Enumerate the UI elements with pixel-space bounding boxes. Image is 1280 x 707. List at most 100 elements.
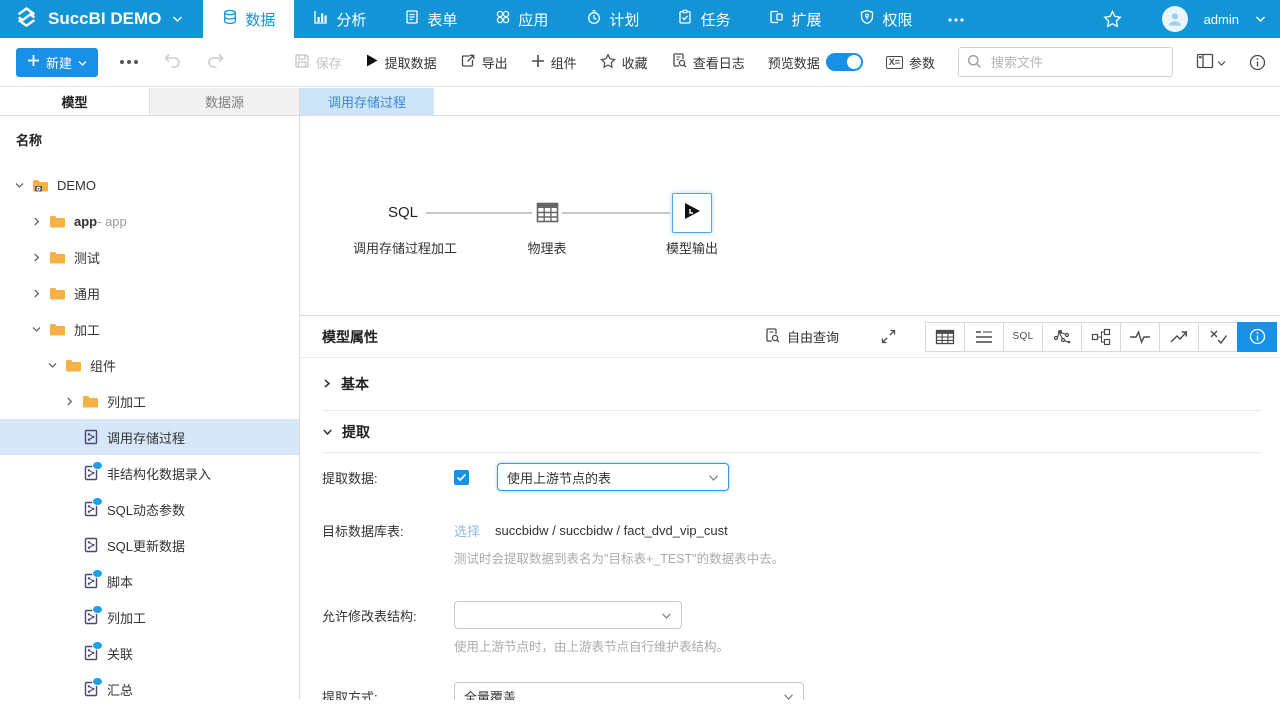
form-icon [404,9,420,29]
chevron-right-icon[interactable] [62,396,77,407]
user-name[interactable]: admin [1204,12,1239,27]
table-view-button[interactable] [925,322,965,352]
expand-panel-icon[interactable] [881,329,896,344]
preview-data-toggle[interactable] [826,53,863,71]
save-button[interactable]: 保存 [294,53,342,72]
tree-item-processing[interactable]: 加工 [0,311,299,347]
redo-icon[interactable] [206,51,226,73]
view-log-button[interactable]: 查看日志 [671,52,745,72]
document-tab-active[interactable]: 调用存储过程 [300,88,434,115]
chevron-down-icon[interactable] [45,360,60,371]
validation-view-button[interactable] [1198,322,1238,352]
tree-item-app[interactable]: app - app [0,203,299,239]
free-query-button[interactable]: 自由查询 [764,327,839,347]
tree-item-summary[interactable]: 汇总 [0,671,299,707]
sql-view-button[interactable]: SQL [1003,322,1043,352]
extension-icon [768,9,784,29]
succbi-logo-icon [14,5,39,34]
nav-item-data[interactable]: 数据 [203,0,294,38]
params-icon: X= [886,56,903,69]
node-sql[interactable]: SQL [388,204,418,221]
allow-modify-select[interactable] [454,601,682,629]
model-canvas[interactable]: SQL 调用存储过程加工 物理表 模型输出 [300,116,1280,316]
add-component-button[interactable]: 组件 [531,53,577,72]
field-extract-data: 提取数据: 使用上游节点的表 [322,463,1262,491]
nav-item-tasks[interactable]: 任务 [658,0,749,38]
section-basic[interactable]: 基本 [322,358,1262,411]
save-icon [294,53,310,72]
export-icon [460,53,476,72]
tree-item-label: 关联 [107,644,133,663]
list-view-button[interactable] [964,322,1004,352]
toolbar-more-button[interactable] [120,60,138,64]
info-icon[interactable] [1249,54,1266,71]
chevron-right-icon[interactable] [29,288,44,299]
tree-item-test[interactable]: 测试 [0,239,299,275]
tree-item-column-processing[interactable]: 列加工 [0,599,299,635]
tab-model[interactable]: 模型 [0,88,149,115]
tree-item-column-processing-folder[interactable]: 列加工 [0,383,299,419]
favorite-button[interactable]: 收藏 [600,53,648,72]
chevron-right-icon[interactable] [29,252,44,263]
nav-item-forms[interactable]: 表单 [385,0,476,38]
brand-menu[interactable]: SuccBI DEMO [0,0,203,38]
extract-label: 提取数据 [385,53,437,72]
undo-icon[interactable] [162,51,182,73]
top-nav: SuccBI DEMO 数据 分析 表单 应用 计划 [0,0,1280,38]
chevron-down-icon[interactable] [12,180,27,191]
nav-item-plans[interactable]: 计划 [567,0,658,38]
user-avatar[interactable] [1162,6,1188,32]
params-button[interactable]: X= 参数 [886,53,935,72]
tree-item-unstructured-entry[interactable]: 非结构化数据录入 [0,455,299,491]
view-switcher: SQL [926,322,1277,352]
play-icon [365,53,379,71]
favorite-star-icon[interactable] [1103,10,1122,28]
tree-item-label: DEMO [57,178,96,193]
edge-table-to-output [562,212,670,214]
extract-data-button[interactable]: 提取数据 [365,53,437,72]
save-label: 保存 [316,53,342,72]
chevron-down-icon[interactable] [29,324,44,335]
tree-item-common[interactable]: 通用 [0,275,299,311]
nav-item-extensions[interactable]: 扩展 [749,0,840,38]
main-area: 调用存储过程 SQL 调用存储过程加工 物理表 模型输出 模型属性 自由查询 [300,88,1280,700]
data-monitor-button[interactable] [1120,322,1160,352]
relation-graph-button[interactable] [1081,322,1121,352]
tree-item-script[interactable]: 脚本 [0,563,299,599]
chevron-down-icon[interactable] [1255,15,1266,23]
nav-more-button[interactable] [931,0,981,38]
component-label: 组件 [551,53,577,72]
layout-icon [1196,53,1214,72]
tree-item-sql-update-data[interactable]: SQL更新数据 [0,527,299,563]
nav-item-apps[interactable]: 应用 [476,0,567,38]
tree-item-association[interactable]: 关联 [0,635,299,671]
impact-analysis-button[interactable] [1042,322,1082,352]
preview-label: 预览数据 [768,53,820,72]
node-model-output[interactable] [672,193,712,233]
tree-item-sql-dynamic-params[interactable]: SQL动态参数 [0,491,299,527]
nav-label: 数据 [245,9,275,30]
info-view-button[interactable] [1237,322,1277,352]
choose-link[interactable]: 选择 [454,521,480,540]
section-extract[interactable]: 提取 [322,411,1262,453]
tree-item-components[interactable]: 组件 [0,347,299,383]
tree-item-demo[interactable]: DEMO [0,167,299,203]
tree-item-call-stored-procedure[interactable]: 调用存储过程 [0,419,299,455]
trend-view-button[interactable] [1159,322,1199,352]
nav-label: 扩展 [791,9,821,30]
nav-item-analysis[interactable]: 分析 [294,0,385,38]
chevron-down-icon [661,608,672,623]
extract-source-select[interactable]: 使用上游节点的表 [497,463,729,491]
layout-view-button[interactable] [1196,53,1226,72]
export-button[interactable]: 导出 [460,53,508,72]
tab-datasource[interactable]: 数据源 [149,88,299,115]
search-input[interactable] [958,47,1173,77]
sql-view-label: SQL [1013,331,1034,342]
new-button[interactable]: 新建 [16,48,98,77]
model-file-badged-icon [83,573,99,589]
nav-item-permissions[interactable]: 权限 [840,0,931,38]
extract-data-checkbox[interactable] [454,470,469,485]
chevron-right-icon[interactable] [29,216,44,227]
node-physical-table[interactable] [536,202,559,228]
extract-mode-select[interactable]: 全量覆盖 [454,682,804,700]
